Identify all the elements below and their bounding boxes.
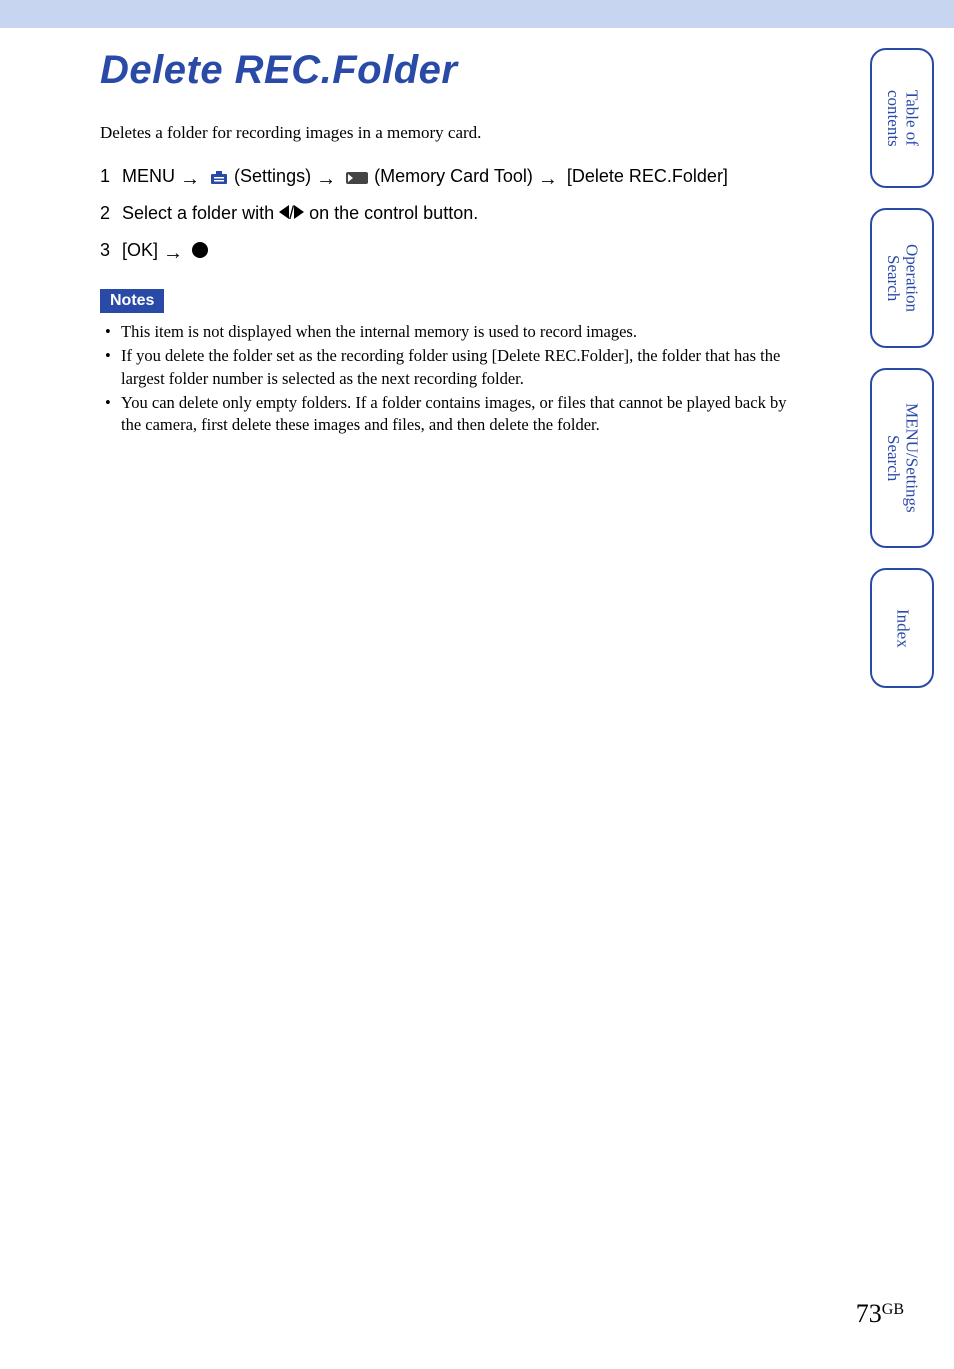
menu-label: MENU xyxy=(122,166,175,186)
step-1: 1 MENU (Settings) (Memory Card Tool) [De… xyxy=(100,163,800,190)
tab-label: Table ofcontents xyxy=(883,90,920,147)
settings-icon xyxy=(209,167,229,183)
tab-table-of-contents[interactable]: Table ofcontents xyxy=(870,48,934,188)
arrow-icon xyxy=(538,170,562,184)
arrow-icon xyxy=(180,170,204,184)
tab-menu-settings-search[interactable]: MENU/SettingsSearch xyxy=(870,368,934,548)
header-bar xyxy=(0,0,954,28)
center-button-icon xyxy=(192,242,208,258)
notes-header: Notes xyxy=(100,289,164,313)
tab-label: Index xyxy=(893,609,912,648)
step-number: 1 xyxy=(100,163,122,190)
side-navigation: Table ofcontents OperationSearch MENU/Se… xyxy=(870,48,934,688)
page-suffix: GB xyxy=(882,1301,904,1318)
page-num-value: 73 xyxy=(856,1299,882,1328)
step-number: 3 xyxy=(100,237,122,264)
step-text: Select a folder with / on the control bu… xyxy=(122,200,800,227)
step-text: [OK] xyxy=(122,237,800,264)
notes-list: This item is not displayed when the inte… xyxy=(100,321,800,436)
arrow-icon xyxy=(316,170,340,184)
step-2: 2 Select a folder with / on the control … xyxy=(100,200,800,227)
right-arrow-icon xyxy=(294,205,304,219)
tab-label: MENU/SettingsSearch xyxy=(883,403,920,513)
page-number: 73GB xyxy=(856,1299,904,1329)
step-number: 2 xyxy=(100,200,122,227)
ok-label: [OK] xyxy=(122,240,158,260)
note-item: If you delete the folder set as the reco… xyxy=(105,345,800,390)
memtool-label: (Memory Card Tool) xyxy=(374,166,533,186)
left-arrow-icon xyxy=(279,205,289,219)
tab-index[interactable]: Index xyxy=(870,568,934,688)
arrow-icon xyxy=(163,244,187,258)
settings-label: (Settings) xyxy=(234,166,311,186)
note-item: You can delete only empty folders. If a … xyxy=(105,392,800,437)
tab-operation-search[interactable]: OperationSearch xyxy=(870,208,934,348)
page-title: Delete REC.Folder xyxy=(100,48,800,93)
target-label: [Delete REC.Folder] xyxy=(567,166,728,186)
tab-label: OperationSearch xyxy=(883,244,920,312)
main-content: Delete REC.Folder Deletes a folder for r… xyxy=(0,28,840,436)
note-item: This item is not displayed when the inte… xyxy=(105,321,800,343)
memory-card-tool-icon xyxy=(345,167,369,183)
intro-text: Deletes a folder for recording images in… xyxy=(100,123,800,143)
step-text: MENU (Settings) (Memory Card Tool) [Dele… xyxy=(122,163,800,190)
step2-prefix: Select a folder with xyxy=(122,203,279,223)
step-3: 3 [OK] xyxy=(100,237,800,264)
step2-suffix: on the control button. xyxy=(304,203,478,223)
